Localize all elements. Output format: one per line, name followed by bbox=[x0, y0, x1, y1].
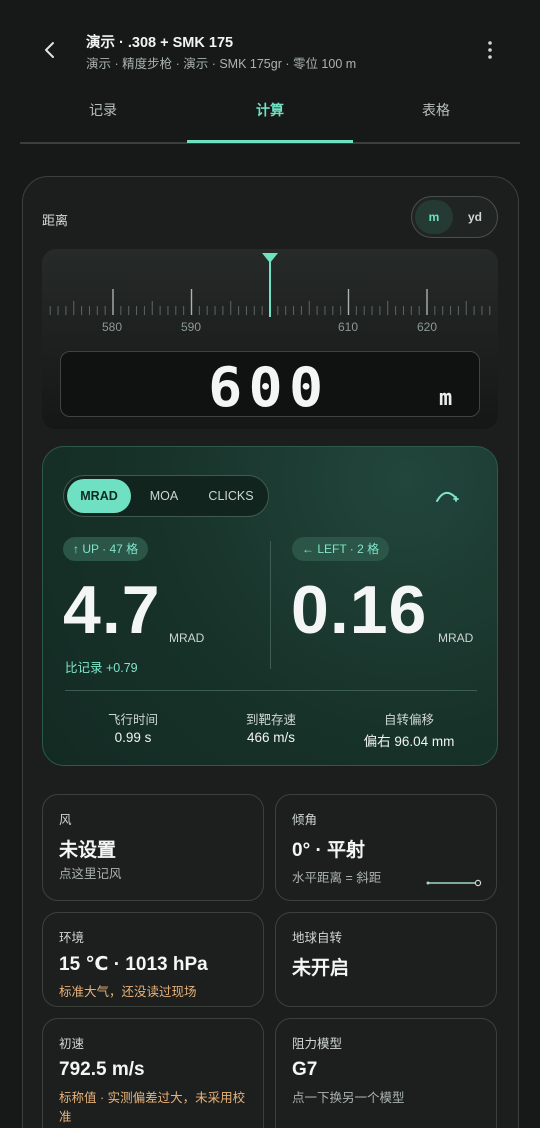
stat-value: 0.99 s bbox=[114, 730, 152, 745]
stat-value: 466 m/s bbox=[246, 730, 296, 745]
unit-option-m[interactable]: m bbox=[415, 200, 453, 234]
distance-value: 600 bbox=[208, 356, 330, 419]
stat-label: 到靶存速 bbox=[245, 713, 296, 727]
card-label: 环境 bbox=[59, 931, 85, 945]
card-value: 792.5 m/s bbox=[59, 1059, 145, 1080]
stat-spin-drift: 自转偏移 偏右 96.04 mm bbox=[339, 709, 479, 750]
card-label: 风 bbox=[59, 813, 72, 827]
slope-line-icon bbox=[426, 879, 482, 887]
angle-unit-moa[interactable]: MOA bbox=[134, 479, 194, 513]
windage-value: 0.16 bbox=[291, 572, 428, 648]
muzzle-velocity-card[interactable]: 初速 792.5 m/s 标称值 · 实测偏差过大，未采用校准 bbox=[42, 1018, 264, 1128]
page-subtitle: 演示 · 精度步枪 · 演示 · SMK 175gr · 零位 100 m bbox=[86, 57, 357, 71]
stat-label: 自转偏移 bbox=[383, 713, 434, 727]
card-label: 地球自转 bbox=[292, 931, 343, 945]
active-tab-indicator bbox=[187, 140, 353, 143]
card-label: 阻力模型 bbox=[292, 1037, 343, 1051]
ruler-tick-label: 580 bbox=[102, 320, 122, 334]
back-button[interactable] bbox=[34, 34, 66, 66]
card-value: 15 ℃ · 1013 hPa bbox=[59, 954, 208, 975]
angle-unit-clicks[interactable]: CLICKS bbox=[196, 479, 266, 513]
card-label: 初速 bbox=[59, 1037, 85, 1051]
card-value: 未设置 bbox=[59, 840, 117, 861]
coriolis-card[interactable]: 地球自转 未开启 bbox=[275, 912, 497, 1007]
card-value: G7 bbox=[292, 1059, 318, 1080]
distance-display[interactable]: 600 m bbox=[60, 351, 480, 419]
card-value: 未开启 bbox=[292, 958, 350, 979]
angle-unit-selector: MRAD MOA CLICKS bbox=[63, 475, 269, 517]
result-divider-horizontal bbox=[65, 690, 477, 691]
tab-bar: 记录 计算 表格 bbox=[20, 92, 520, 144]
incline-card[interactable]: 倾角 0° · 平射 水平距离 = 斜距 bbox=[275, 794, 497, 901]
card-hint: 点这里记风 bbox=[59, 867, 122, 881]
ruler-center-line bbox=[269, 259, 271, 317]
top-app-bar: 演示 · .308 + SMK 175 演示 · 精度步枪 · 演示 · SMK… bbox=[0, 0, 540, 92]
stat-label: 飞行时间 bbox=[107, 713, 158, 727]
ballistic-result-card: MRAD MOA CLICKS ↑ UP · 47 格 4.7 MRAD 比记录… bbox=[42, 446, 498, 766]
tab-table[interactable]: 表格 bbox=[353, 92, 519, 142]
distance-ruler-panel: 580 590 610 620 600 m bbox=[42, 249, 498, 429]
card-value: 0° · 平射 bbox=[292, 840, 366, 861]
stat-remaining-velocity: 到靶存速 466 m/s bbox=[201, 709, 341, 745]
elevation-badge: ↑ UP · 47 格 bbox=[63, 537, 149, 561]
back-arrow-icon bbox=[45, 42, 54, 58]
distance-unit: m bbox=[439, 386, 453, 411]
result-divider-vertical bbox=[270, 541, 271, 669]
card-hint: 标称值 · 实测偏差过大，未采用校准 bbox=[59, 1091, 246, 1124]
page-title: 演示 · .308 + SMK 175 bbox=[86, 35, 234, 51]
stat-value: 偏右 96.04 mm bbox=[363, 734, 455, 749]
distance-unit-toggle: m yd bbox=[411, 196, 498, 238]
trajectory-arc-icon[interactable] bbox=[433, 483, 463, 507]
ruler-tick-label: 620 bbox=[417, 320, 437, 334]
stat-flight-time: 飞行时间 0.99 s bbox=[63, 709, 203, 745]
more-vertical-icon bbox=[488, 41, 492, 59]
drag-model-card[interactable]: 阻力模型 G7 点一下换另一个模型 bbox=[275, 1018, 497, 1128]
environment-card[interactable]: 环境 15 ℃ · 1013 hPa 标准大气，还没读过现场 bbox=[42, 912, 264, 1007]
windage-badge: ← LEFT · 2 格 bbox=[292, 537, 390, 561]
elevation-value: 4.7 bbox=[63, 572, 161, 648]
more-menu-button[interactable] bbox=[478, 36, 502, 64]
elevation-compare: 比记录 +0.79 bbox=[65, 661, 138, 675]
ruler-tick-label: 590 bbox=[181, 320, 201, 334]
distance-label: 距离 bbox=[42, 213, 69, 228]
elevation-unit: MRAD bbox=[169, 631, 205, 645]
tab-calculate[interactable]: 计算 bbox=[187, 92, 353, 142]
card-hint: 标准大气，还没读过现场 bbox=[59, 985, 197, 999]
card-label: 倾角 bbox=[292, 813, 318, 827]
ruler-tick-label: 610 bbox=[338, 320, 358, 334]
unit-option-yd[interactable]: yd bbox=[456, 200, 494, 234]
card-hint: 点一下换另一个模型 bbox=[292, 1091, 405, 1105]
distance-ruler[interactable]: 580 590 610 620 bbox=[42, 249, 498, 349]
wind-card[interactable]: 风 未设置 点这里记风 bbox=[42, 794, 264, 901]
windage-unit: MRAD bbox=[438, 631, 474, 645]
tab-records[interactable]: 记录 bbox=[20, 92, 186, 142]
angle-unit-mrad[interactable]: MRAD bbox=[67, 479, 131, 513]
